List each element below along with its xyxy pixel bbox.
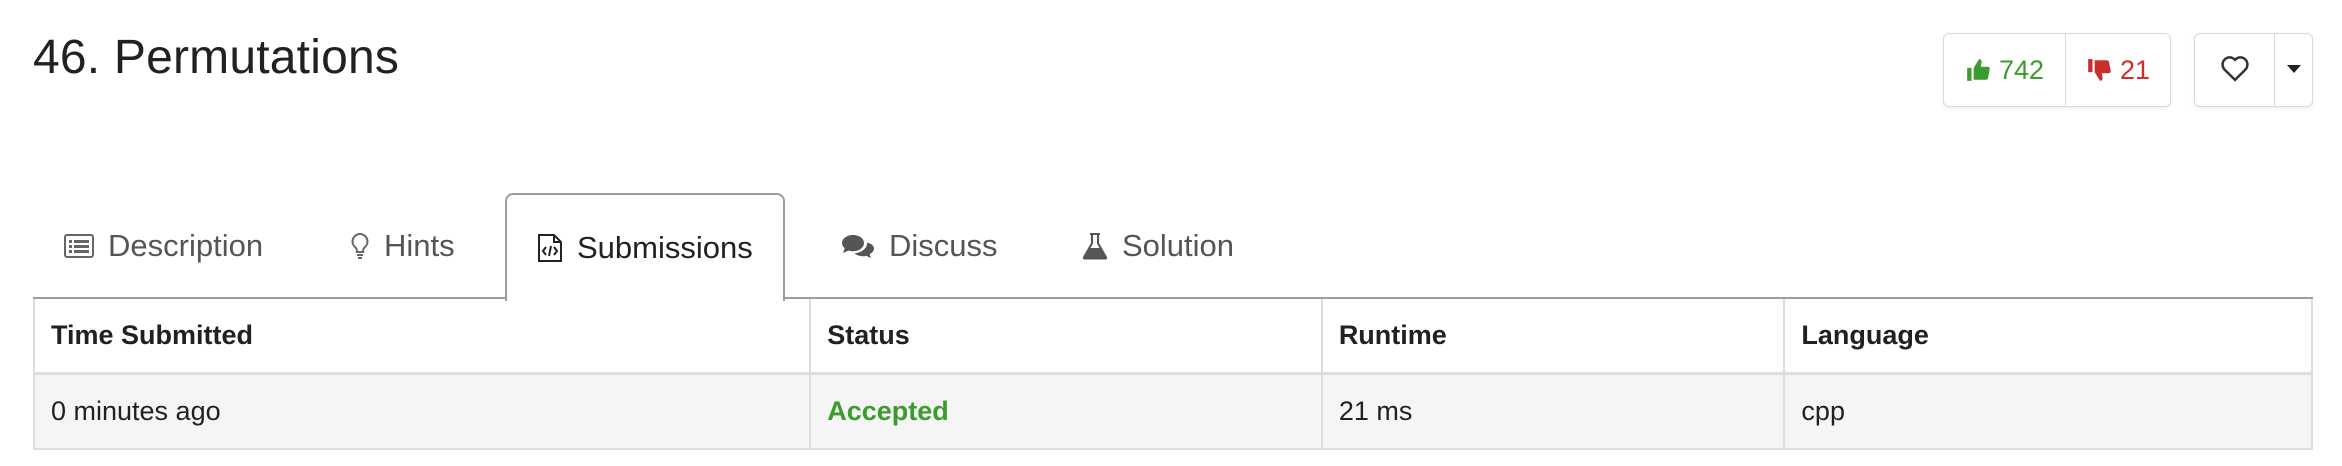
- favorite-button[interactable]: [2195, 34, 2275, 106]
- column-header-time[interactable]: Time Submitted: [32, 299, 812, 375]
- comments-icon: [841, 233, 875, 259]
- tab-discuss[interactable]: Discuss: [841, 193, 998, 299]
- submission-runtime: 21 ms: [1320, 372, 1786, 450]
- tab-submissions[interactable]: Submissions: [505, 193, 785, 301]
- column-header-status[interactable]: Status: [809, 299, 1323, 375]
- tab-label: Submissions: [577, 230, 753, 265]
- problem-tabs: Description Hints Submissions Discuss So…: [33, 193, 2313, 301]
- column-header-language[interactable]: Language: [1783, 299, 2313, 375]
- tab-hints[interactable]: Hints: [350, 193, 455, 299]
- flask-icon: [1082, 231, 1108, 261]
- column-header-runtime[interactable]: Runtime: [1320, 299, 1786, 375]
- upvote-button[interactable]: 742: [1944, 34, 2066, 106]
- favorite-menu-toggle[interactable]: [2275, 34, 2312, 106]
- lightbulb-icon: [350, 232, 370, 260]
- downvote-button[interactable]: 21: [2066, 34, 2170, 106]
- code-file-icon: [537, 233, 563, 263]
- tab-label: Description: [108, 228, 264, 263]
- downvote-count: 21: [2119, 54, 2151, 85]
- caret-down-icon: [2286, 61, 2301, 79]
- tab-solution[interactable]: Solution: [1082, 193, 1234, 299]
- submission-status-link[interactable]: Accepted: [809, 372, 1323, 450]
- favorite-group: [2194, 33, 2313, 107]
- tab-label: Discuss: [889, 228, 998, 263]
- upvote-count: 742: [1998, 54, 2045, 85]
- vote-group: 742 21: [1943, 33, 2171, 107]
- thumbs-down-icon: [2086, 57, 2112, 83]
- page-title: 46. Permutations: [33, 31, 400, 84]
- submissions-table: Time Submitted Status Runtime Language 0…: [32, 299, 2313, 450]
- list-icon: [64, 234, 94, 258]
- thumbs-up-icon: [1965, 57, 1991, 83]
- tab-description[interactable]: Description: [64, 193, 263, 299]
- heart-icon: [2220, 54, 2250, 87]
- submission-time: 0 minutes ago: [32, 372, 812, 450]
- table-row: 0 minutes ago Accepted 21 ms cpp: [32, 372, 2313, 450]
- tab-label: Solution: [1122, 228, 1235, 263]
- table-header-row: Time Submitted Status Runtime Language: [32, 299, 2313, 375]
- submission-language: cpp: [1783, 372, 2313, 450]
- tab-label: Hints: [384, 228, 455, 263]
